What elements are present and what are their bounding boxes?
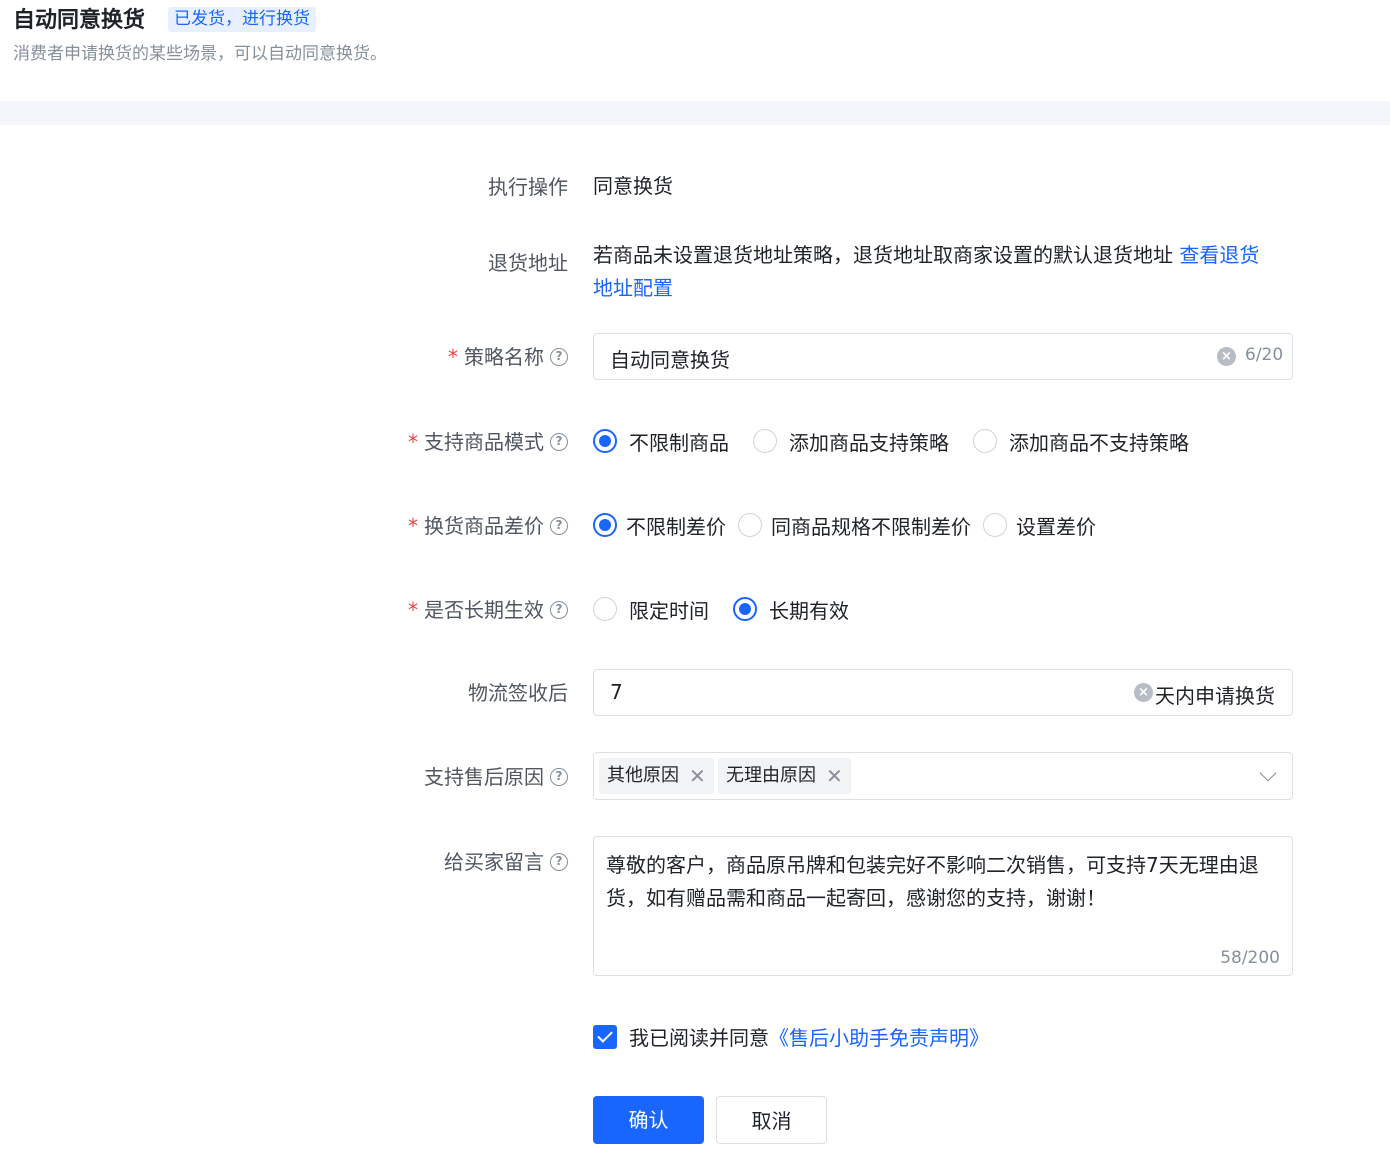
help-icon[interactable]: ? xyxy=(550,853,568,871)
radio-long-term[interactable]: 长期有效 xyxy=(733,595,849,624)
action-value: 同意换货 xyxy=(593,174,673,198)
agreement-checkbox[interactable] xyxy=(593,1025,617,1049)
radio-icon[interactable] xyxy=(738,513,762,537)
price-diff-label: * 换货商品差价 ? xyxy=(408,512,568,540)
required-mark: * xyxy=(408,598,418,622)
policy-name-value[interactable]: 自动同意换货 xyxy=(610,344,730,373)
product-mode-label: * 支持商品模式 ? xyxy=(408,428,568,456)
page-header: 自动同意换货 已发货，进行换货 消费者申请换货的某些场景，可以自动同意换货。 xyxy=(0,0,1390,101)
reason-tag: 其他原因 ✕ xyxy=(599,758,714,794)
long-term-label: * 是否长期生效 ? xyxy=(408,596,568,624)
char-counter: 6/20 xyxy=(1245,345,1284,365)
message-textarea[interactable]: 尊敬的客户，商品原吊牌和包装完好不影响二次销售，可支持7天无理由退货，如有赠品需… xyxy=(593,836,1293,976)
product-mode-radio-group: 不限制商品 添加商品支持策略 添加商品不支持策略 xyxy=(593,426,1213,456)
reason-tag: 无理由原因 ✕ xyxy=(718,758,851,794)
radio-unlimited-product[interactable]: 不限制商品 xyxy=(593,427,729,456)
radio-selected-icon[interactable] xyxy=(593,429,617,453)
radio-unlimited-diff[interactable]: 不限制差价 xyxy=(593,511,726,540)
radio-icon[interactable] xyxy=(983,513,1007,537)
radio-icon[interactable] xyxy=(593,597,617,621)
help-icon[interactable]: ? xyxy=(550,517,568,535)
confirm-button[interactable]: 确认 xyxy=(593,1096,704,1144)
radio-icon[interactable] xyxy=(973,429,997,453)
message-counter: 58/200 xyxy=(1220,948,1280,968)
required-mark: * xyxy=(408,514,418,538)
agreement-text: 我已阅读并同意《售后小助手免责声明》 xyxy=(629,1026,989,1050)
clear-icon[interactable]: × xyxy=(1134,683,1153,702)
return-address-label: 退货地址 xyxy=(488,251,568,275)
radio-set-diff[interactable]: 设置差价 xyxy=(983,511,1096,540)
status-tag: 已发货，进行换货 xyxy=(168,7,316,32)
action-label: 执行操作 xyxy=(488,175,568,199)
logistics-days-input[interactable]: 7 × 天内申请换货 xyxy=(593,669,1293,716)
radio-add-unsupport-policy[interactable]: 添加商品不支持策略 xyxy=(973,427,1189,456)
clear-icon[interactable]: × xyxy=(1217,347,1236,366)
reasons-select[interactable]: 其他原因 ✕ 无理由原因 ✕ xyxy=(593,752,1293,800)
long-term-radio-group: 限定时间 长期有效 xyxy=(593,594,873,624)
close-icon[interactable]: ✕ xyxy=(689,758,706,794)
disclaimer-link[interactable]: 《售后小助手免责声明》 xyxy=(769,1026,989,1050)
required-mark: * xyxy=(408,430,418,454)
help-icon[interactable]: ? xyxy=(550,601,568,619)
reasons-label: 支持售后原因 ? xyxy=(424,763,568,791)
days-value[interactable]: 7 xyxy=(610,680,623,704)
required-mark: * xyxy=(448,345,458,369)
help-icon[interactable]: ? xyxy=(550,348,568,366)
days-suffix: 天内申请换货 xyxy=(1155,684,1275,708)
radio-selected-icon[interactable] xyxy=(733,597,757,621)
page-description: 消费者申请换货的某些场景，可以自动同意换货。 xyxy=(13,44,387,64)
radio-limited-time[interactable]: 限定时间 xyxy=(593,595,709,624)
radio-icon[interactable] xyxy=(753,429,777,453)
policy-name-input[interactable]: 自动同意换货 × 6/20 xyxy=(593,333,1293,380)
price-diff-radio-group: 不限制差价 同商品规格不限制差价 设置差价 xyxy=(593,510,1120,540)
radio-add-support-policy[interactable]: 添加商品支持策略 xyxy=(753,427,949,456)
message-label: 给买家留言 ? xyxy=(444,848,568,876)
return-address-text: 若商品未设置退货地址策略，退货地址取商家设置的默认退货地址 查看退货 地址配置 xyxy=(593,239,1298,305)
close-icon[interactable]: ✕ xyxy=(826,758,843,794)
radio-same-spec-unlimited[interactable]: 同商品规格不限制差价 xyxy=(738,511,971,540)
chevron-down-icon[interactable] xyxy=(1259,764,1277,782)
return-address-desc: 若商品未设置退货地址策略，退货地址取商家设置的默认退货地址 xyxy=(593,243,1173,267)
policy-name-label: * 策略名称 ? xyxy=(448,343,568,371)
help-icon[interactable]: ? xyxy=(550,433,568,451)
section-divider xyxy=(0,101,1390,125)
cancel-button[interactable]: 取消 xyxy=(716,1096,827,1144)
page-title: 自动同意换货 xyxy=(13,8,146,33)
radio-selected-icon[interactable] xyxy=(593,513,617,537)
logistics-label: 物流签收后 xyxy=(468,681,568,705)
help-icon[interactable]: ? xyxy=(550,768,568,786)
message-text[interactable]: 尊敬的客户，商品原吊牌和包装完好不影响二次销售，可支持7天无理由退货，如有赠品需… xyxy=(606,849,1286,915)
